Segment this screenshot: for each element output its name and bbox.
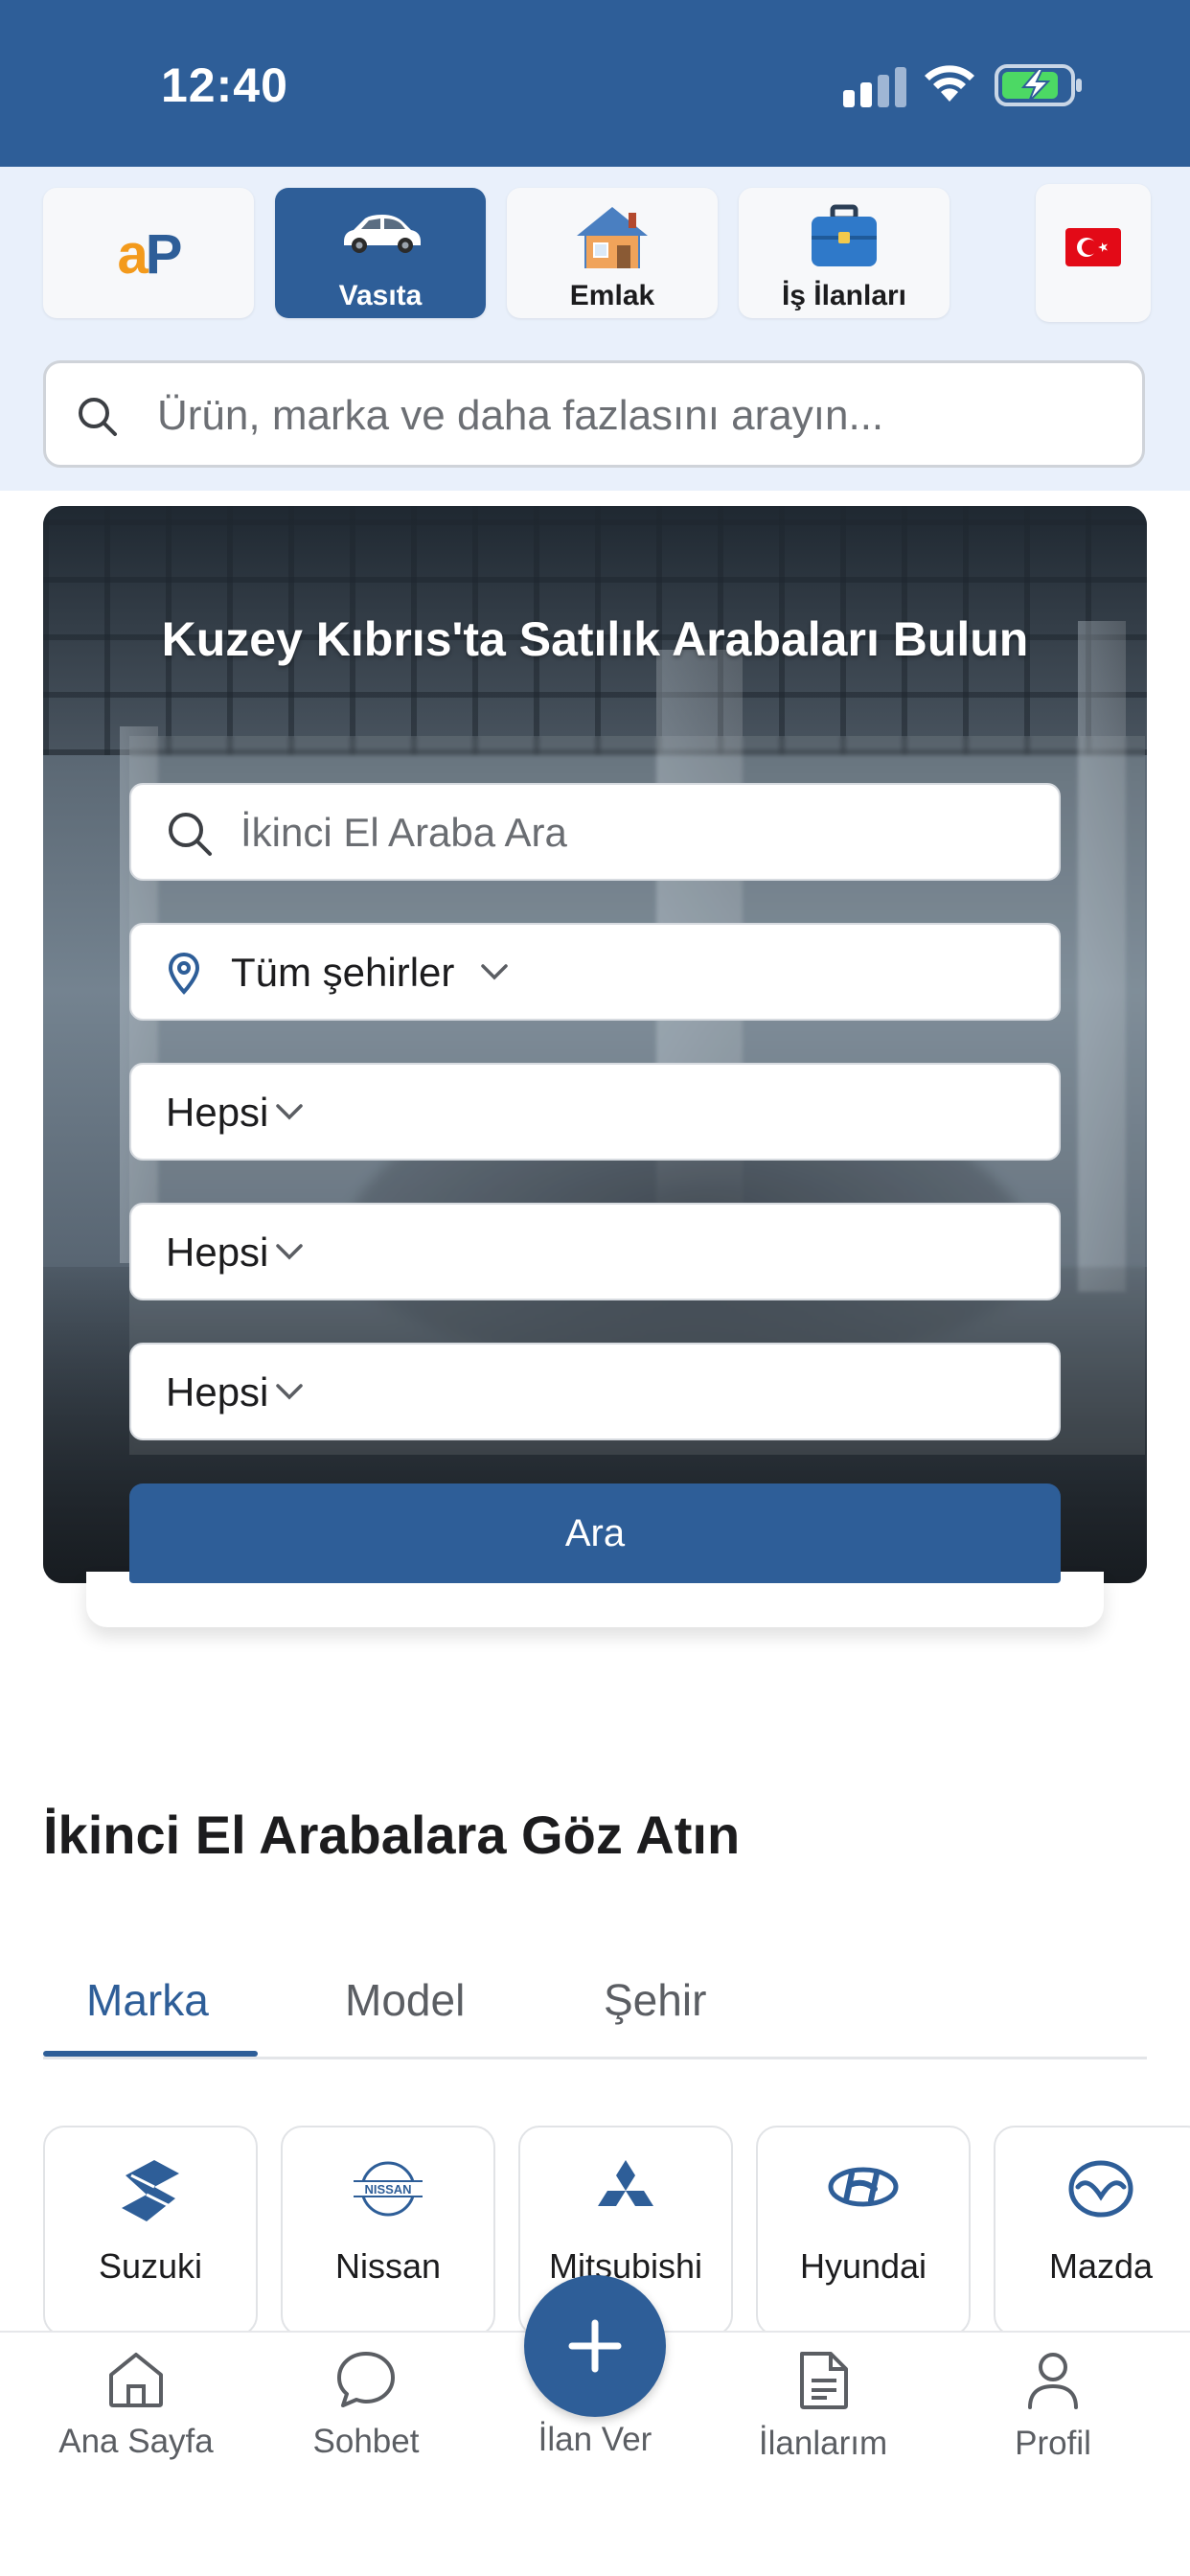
- tab-sehir[interactable]: Şehir: [604, 1974, 706, 2026]
- city-select[interactable]: Tüm şehirler: [129, 923, 1061, 1021]
- car-search-placeholder: İkinci El Araba Ara: [240, 810, 567, 855]
- section-title: İkinci El Arabalara Göz Atın: [43, 1805, 741, 1865]
- global-search-input[interactable]: Ürün, marka ve daha fazlasını arayın...: [43, 360, 1145, 468]
- user-icon: [1028, 2353, 1078, 2409]
- nav-chat[interactable]: Sohbet: [270, 2350, 462, 2461]
- hero-title: Kuzey Kıbrıs'ta Satılık Arabaları Bulun: [161, 612, 1029, 666]
- filter-select-3[interactable]: Hepsi: [129, 1343, 1061, 1440]
- brand-card-nissan[interactable]: NISSAN Nissan: [281, 2126, 495, 2336]
- chat-bubble-icon: [337, 2352, 395, 2407]
- tab-model[interactable]: Model: [345, 1974, 465, 2026]
- nav-label: İlan Ver: [538, 2421, 652, 2458]
- chevron-down-icon: [481, 964, 508, 980]
- mitsubishi-logo-icon: [598, 2160, 653, 2218]
- filter-select-value: Hepsi: [166, 1369, 269, 1414]
- svg-text:NISSAN: NISSAN: [364, 2182, 411, 2196]
- filter-select-1[interactable]: Hepsi: [129, 1063, 1061, 1161]
- search-icon: [169, 813, 212, 856]
- category-emlak[interactable]: Emlak: [507, 188, 718, 318]
- app-logo: aP: [117, 223, 183, 286]
- plus-icon: [568, 2319, 622, 2373]
- nav-home[interactable]: Ana Sayfa: [40, 2350, 232, 2461]
- search-icon: [79, 398, 117, 436]
- status-bar: 12:40: [0, 0, 1190, 167]
- category-label: Emlak: [569, 280, 655, 311]
- location-pin-icon: [168, 952, 200, 995]
- wifi-icon: [925, 65, 974, 102]
- battery-charging-icon: [995, 64, 1082, 106]
- turkey-flag-icon: [1065, 228, 1121, 266]
- chevron-down-icon: [276, 1244, 303, 1260]
- brand-label: Mazda: [1048, 2246, 1154, 2286]
- document-icon: [800, 2352, 848, 2409]
- category-label: İş İlanları: [781, 280, 907, 311]
- filter-select-value: Hepsi: [166, 1090, 269, 1135]
- brand-label: Mitsubishi: [548, 2246, 703, 2286]
- category-vasita[interactable]: Vasıta: [275, 188, 486, 318]
- filter-select-value: Hepsi: [166, 1230, 269, 1275]
- nav-label: İlanlarım: [758, 2425, 888, 2462]
- home-indicator: [402, 2542, 788, 2555]
- brand-label: Suzuki: [98, 2246, 203, 2286]
- category-is-ilanlari[interactable]: İş İlanları: [739, 188, 950, 318]
- car-search-input[interactable]: İkinci El Araba Ara: [129, 783, 1061, 881]
- mazda-logo-icon: [1068, 2160, 1133, 2218]
- nav-label: Profil: [1015, 2425, 1091, 2462]
- car-icon: [344, 215, 421, 253]
- active-tab-indicator: [43, 2051, 258, 2057]
- hyundai-logo-icon: [828, 2167, 899, 2207]
- briefcase-icon: [812, 204, 877, 266]
- language-flag-button[interactable]: [1036, 184, 1151, 322]
- home-icon: [109, 2353, 163, 2407]
- home-logo-tile[interactable]: aP: [43, 188, 254, 318]
- nav-label: Sohbet: [312, 2423, 420, 2460]
- nav-profile[interactable]: Profil: [957, 2350, 1149, 2463]
- brand-label: Hyundai: [799, 2246, 927, 2286]
- tabs-divider: [43, 2057, 1147, 2059]
- suzuki-logo-icon: [122, 2160, 179, 2221]
- brand-card-mazda[interactable]: Mazda: [994, 2126, 1190, 2336]
- nav-my-listings[interactable]: İlanlarım: [727, 2350, 919, 2463]
- filter-select-2[interactable]: Hepsi: [129, 1203, 1061, 1300]
- cellular-signal-icon: [843, 67, 906, 107]
- house-icon: [577, 207, 648, 268]
- status-time: 12:40: [161, 58, 288, 112]
- nav-label: Ana Sayfa: [58, 2423, 214, 2460]
- nav-post[interactable]: İlan Ver: [499, 2421, 691, 2459]
- chevron-down-icon: [276, 1104, 303, 1120]
- brand-label: Nissan: [334, 2246, 442, 2286]
- search-placeholder: Ürün, marka ve daha fazlasını arayın...: [157, 392, 884, 439]
- category-label: Vasıta: [338, 280, 423, 311]
- tab-marka[interactable]: Marka: [86, 1974, 209, 2026]
- city-select-value: Tüm şehirler: [231, 950, 455, 995]
- post-listing-button[interactable]: [524, 2275, 666, 2417]
- brand-card-hyundai[interactable]: Hyundai: [756, 2126, 971, 2336]
- chevron-down-icon: [276, 1384, 303, 1400]
- nissan-logo-icon: NISSAN: [354, 2161, 423, 2217]
- brand-card-suzuki[interactable]: Suzuki: [43, 2126, 258, 2336]
- search-submit-button[interactable]: Ara: [129, 1484, 1061, 1583]
